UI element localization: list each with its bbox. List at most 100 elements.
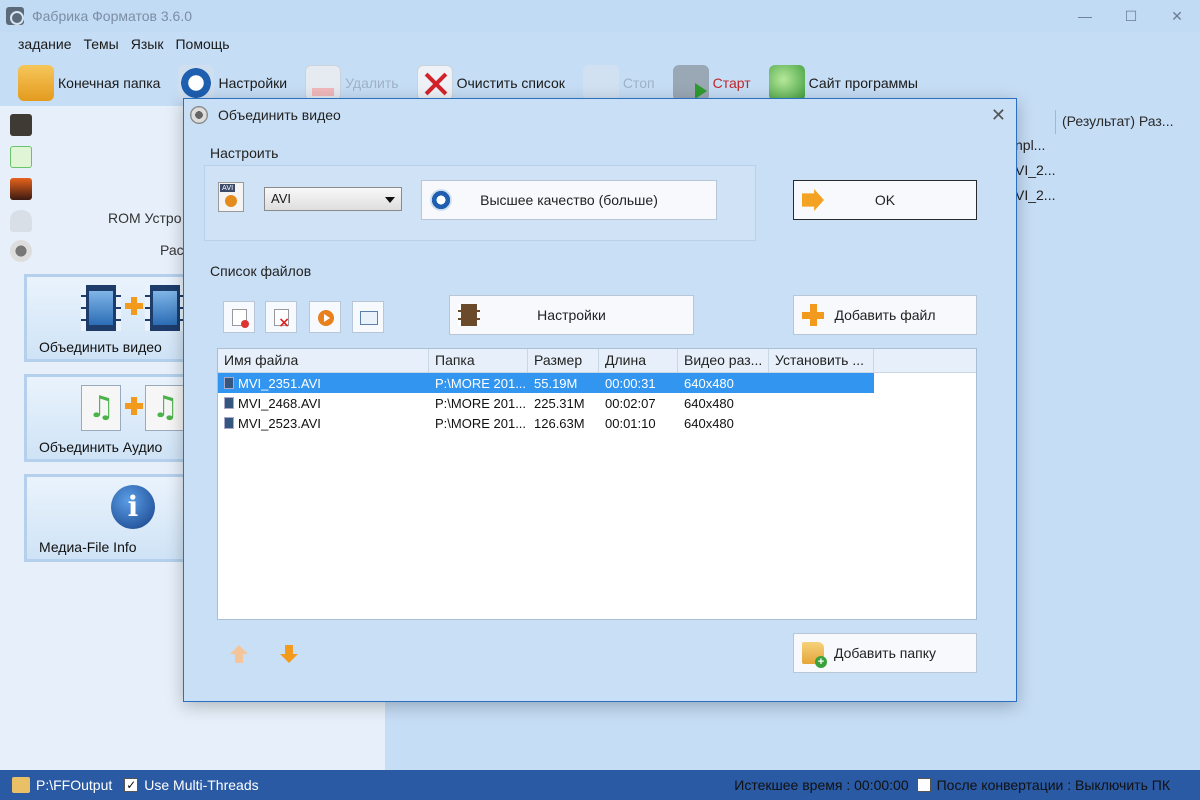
quality-button[interactable]: Высшее качество (больше): [421, 180, 717, 220]
elapsed-time: Истекшее время : 00:00:00: [734, 777, 909, 793]
join-video-label: Объединить видео: [39, 339, 162, 355]
file-name-text: MVI_2523.AVI: [238, 415, 321, 431]
file-name-text: MVI_2351.AVI: [238, 375, 321, 391]
join-video-dialog: Объединить видео ✕ Настроить AVI Высшее …: [183, 98, 1017, 702]
multithreads-checkbox[interactable]: ✓: [124, 778, 139, 792]
format-select[interactable]: AVI: [264, 187, 402, 211]
cell-length: 00:02:07: [605, 395, 656, 411]
play-button[interactable]: [309, 301, 341, 333]
output-path[interactable]: P:\FFOutput: [36, 777, 112, 793]
advanced-icon[interactable]: [10, 240, 32, 262]
file-name-text: MVI_2468.AVI: [238, 395, 321, 411]
gear-icon: [430, 189, 452, 211]
info-icon: i: [81, 485, 185, 531]
media-info-card[interactable]: i Медиа-File Info: [24, 474, 204, 562]
join-audio-icon: [81, 385, 185, 431]
result-size-column-header[interactable]: (Результат) Раз...: [1055, 110, 1200, 134]
video-file-icon: [224, 416, 234, 429]
menu-language[interactable]: Язык: [125, 36, 170, 52]
minimize-button[interactable]: —: [1062, 0, 1108, 32]
film-settings-icon: [458, 304, 480, 326]
cell-video-size: 640x480: [684, 375, 734, 391]
video-file-icon: [224, 396, 234, 409]
col-folder[interactable]: Папка: [429, 349, 528, 372]
file-table: Имя файла Папка Размер Длина Видео раз..…: [217, 348, 977, 620]
ok-button[interactable]: OK: [793, 180, 977, 220]
clear-list-button[interactable]: Очистить список: [416, 63, 565, 103]
task-row-cell[interactable]: npl...: [1015, 137, 1045, 153]
picture-category-icon[interactable]: [10, 178, 32, 200]
col-setting[interactable]: Установить ...: [769, 349, 874, 372]
move-down-icon[interactable]: [280, 645, 298, 663]
task-row-cell[interactable]: VI_2...: [1015, 187, 1055, 203]
cell-file-name: MVI_2468.AVI: [218, 396, 429, 411]
rom-device-label[interactable]: ROM Устро: [108, 210, 182, 226]
delete-button[interactable]: Удалить: [305, 63, 399, 103]
file-info-button[interactable]: [352, 301, 384, 333]
arrow-right-icon: [802, 189, 824, 211]
advanced-label[interactable]: Рас: [160, 242, 184, 258]
audio-category-icon[interactable]: [10, 146, 32, 168]
start-button[interactable]: Старт: [672, 63, 751, 103]
add-folder-button[interactable]: Добавить папку: [793, 633, 977, 673]
after-convert-checkbox[interactable]: [916, 778, 931, 792]
stop-icon: [582, 65, 619, 101]
task-row-cell[interactable]: VI_2...: [1015, 162, 1055, 178]
cell-folder: P:\MORE 201...: [435, 415, 527, 431]
add-file-button[interactable]: Добавить файл: [793, 295, 977, 335]
delete-icon: [305, 65, 342, 101]
menu-themes[interactable]: Темы: [78, 36, 125, 52]
cell-file-name: MVI_2523.AVI: [218, 416, 429, 431]
folder-icon: [18, 65, 54, 101]
add-file-label: Добавить файл: [834, 307, 936, 323]
table-row[interactable]: MVI_2523.AVI P:\MORE 201... 126.63M 00:0…: [218, 413, 976, 433]
delete-label: Удалить: [345, 75, 399, 91]
rom-device-icon[interactable]: [10, 210, 32, 232]
media-info-label: Медиа-File Info: [39, 539, 137, 555]
cell-size: 55.19M: [534, 375, 578, 391]
col-size[interactable]: Размер: [528, 349, 599, 372]
plus-icon: [802, 304, 824, 326]
cell-video-size: 640x480: [684, 415, 734, 431]
cell-size: 225.31M: [534, 395, 585, 411]
table-row[interactable]: MVI_2351.AVI P:\MORE 201... 55.19M 00:00…: [218, 373, 874, 393]
settings-button[interactable]: Настройки: [178, 63, 287, 103]
clear-files-button[interactable]: [265, 301, 297, 333]
dialog-title-bar: Объединить видео ✕: [184, 99, 1016, 131]
chevron-down-icon: [385, 197, 395, 203]
cell-folder: P:\MORE 201...: [435, 395, 527, 411]
start-label: Старт: [712, 75, 751, 91]
col-length[interactable]: Длина: [599, 349, 678, 372]
table-row[interactable]: MVI_2468.AVI P:\MORE 201... 225.31M 00:0…: [218, 393, 976, 413]
menu-help[interactable]: Помощь: [169, 36, 235, 52]
join-video-card[interactable]: Объединить видео: [24, 274, 204, 362]
cell-folder: P:\MORE 201...: [435, 375, 527, 391]
globe-icon: [768, 65, 805, 101]
clear-list-icon: [416, 65, 453, 101]
menu-task[interactable]: задание: [12, 36, 78, 52]
title-bar: Фабрика Форматов 3.6.0 — ☐ ✕: [0, 0, 1200, 32]
dialog-close-button[interactable]: ✕: [991, 105, 1006, 126]
ok-button-label: OK: [874, 192, 896, 208]
maximize-button[interactable]: ☐: [1108, 0, 1154, 32]
output-folder-icon[interactable]: [12, 777, 30, 793]
video-file-icon: [224, 376, 234, 389]
after-convert-label: После конвертации : Выключить ПК: [936, 777, 1170, 793]
output-folder-button[interactable]: Конечная папка: [18, 63, 160, 103]
join-audio-card[interactable]: Объединить Аудио: [24, 374, 204, 462]
cell-file-name: MVI_2351.AVI: [218, 376, 429, 391]
close-button[interactable]: ✕: [1154, 0, 1200, 32]
join-video-icon: [81, 285, 185, 331]
remove-file-icon: [232, 309, 249, 328]
website-button[interactable]: Сайт программы: [768, 63, 918, 103]
status-bar: P:\FFOutput ✓ Use Multi-Threads Истекшее…: [0, 770, 1200, 800]
join-audio-label: Объединить Аудио: [39, 439, 163, 455]
move-up-icon[interactable]: [230, 645, 248, 663]
remove-file-button[interactable]: [223, 301, 255, 333]
gear-icon: [178, 65, 215, 101]
col-file-name[interactable]: Имя файла: [218, 349, 429, 372]
col-video-size[interactable]: Видео раз...: [678, 349, 769, 372]
video-category-icon[interactable]: [10, 114, 32, 136]
settings-dialog-button[interactable]: Настройки: [449, 295, 694, 335]
stop-button[interactable]: Стоп: [582, 63, 655, 103]
